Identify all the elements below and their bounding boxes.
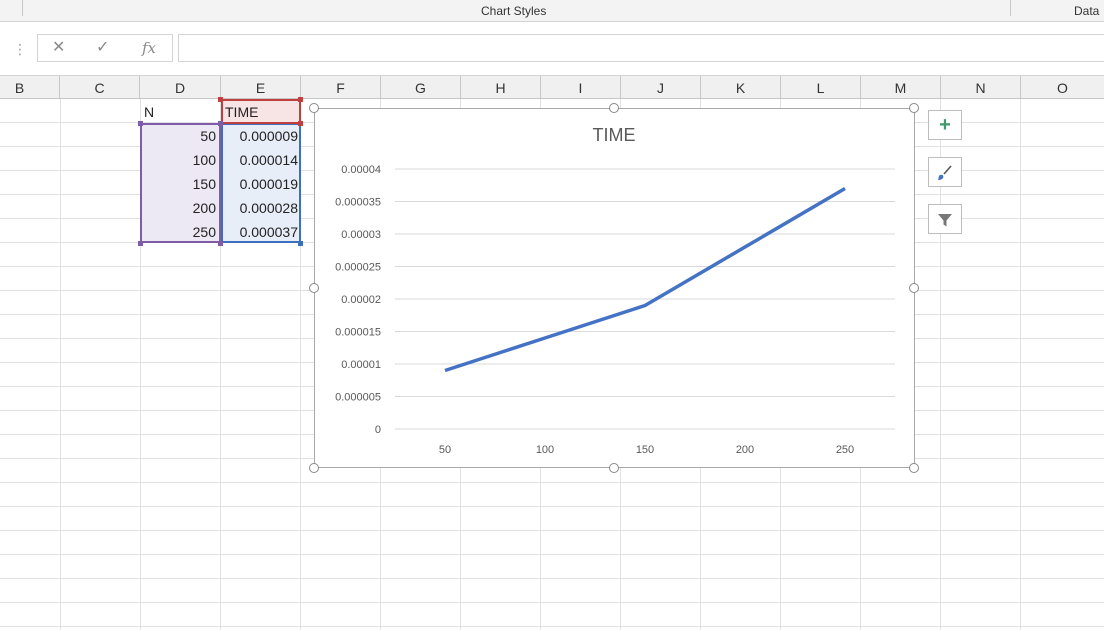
formula-buttons: ✕ ✓ fx xyxy=(37,34,173,62)
column-header-l[interactable]: L xyxy=(781,76,861,99)
column-header-n[interactable]: N xyxy=(941,76,1021,99)
column-header-g[interactable]: G xyxy=(381,76,461,99)
ribbon-separator xyxy=(1010,0,1011,16)
resize-handle[interactable] xyxy=(309,283,319,293)
resize-handle[interactable] xyxy=(609,463,619,473)
y-tick-label: 0.000015 xyxy=(335,327,381,339)
cell-n-value[interactable]: 100 xyxy=(140,148,221,171)
column-header-k[interactable]: K xyxy=(701,76,781,99)
cell-e-header[interactable]: TIME xyxy=(221,100,301,123)
x-tick-label: 250 xyxy=(836,444,854,456)
cell-d-header[interactable]: N xyxy=(140,100,221,123)
resize-handle[interactable] xyxy=(309,103,319,113)
chart-styles-button[interactable] xyxy=(928,157,962,187)
grid-column-line xyxy=(1020,99,1021,630)
column-header-h[interactable]: H xyxy=(461,76,541,99)
paintbrush-icon xyxy=(929,158,961,190)
cell-n-value[interactable]: 150 xyxy=(140,172,221,195)
chart-series[interactable] xyxy=(444,186,846,373)
column-header-e[interactable]: E xyxy=(221,76,301,99)
check-icon[interactable]: ✓ xyxy=(96,39,109,57)
column-header-d[interactable]: D xyxy=(140,76,221,99)
resize-handle[interactable] xyxy=(909,103,919,113)
x-tick-label: 100 xyxy=(536,444,554,456)
x-tick-label: 200 xyxy=(736,444,754,456)
grip-icon[interactable]: ⋮ xyxy=(13,42,27,56)
cell-time-value[interactable]: 0.000028 xyxy=(221,196,301,219)
y-tick-label: 0.000025 xyxy=(335,262,381,274)
resize-handle[interactable] xyxy=(309,463,319,473)
ribbon-group-data: Data xyxy=(1074,4,1100,18)
line-chart: 0 0.000005 0.00001 0.000015 0.00002 0.000025 0… xyxy=(335,125,895,456)
cell-n-value[interactable]: 250 xyxy=(140,220,221,243)
x-tick-label: 150 xyxy=(636,444,654,456)
y-tick-label: 0.00001 xyxy=(341,359,381,371)
y-tick-label: 0.00004 xyxy=(341,164,381,176)
chart-area[interactable]: 0 0.000005 0.00001 0.000015 0.00002 0.000025 0… xyxy=(314,108,915,468)
ribbon-group-chart-styles: Chart Styles xyxy=(481,4,547,18)
column-header-row: B C D E F G H I J K L M N O xyxy=(0,75,1104,99)
chart-elements-button[interactable]: + xyxy=(928,110,962,140)
chart-title[interactable]: TIME xyxy=(593,125,636,145)
funnel-icon xyxy=(929,205,961,237)
resize-handle[interactable] xyxy=(909,283,919,293)
column-header-i[interactable]: I xyxy=(541,76,621,99)
plus-icon: + xyxy=(939,114,951,136)
y-tick-label: 0.00002 xyxy=(341,294,381,306)
cell-n-value[interactable]: 50 xyxy=(140,124,221,147)
close-icon[interactable]: ✕ xyxy=(52,39,65,57)
column-header-b[interactable]: B xyxy=(0,76,60,99)
chart-y-axis: 0 0.000005 0.00001 0.000015 0.00002 0.000025 0… xyxy=(335,164,381,436)
cell-time-value[interactable]: 0.000014 xyxy=(221,148,301,171)
formula-input[interactable] xyxy=(178,34,1104,62)
column-header-f[interactable]: F xyxy=(301,76,381,99)
column-header-o[interactable]: O xyxy=(1021,76,1104,99)
ribbon-strip: Chart Styles Data xyxy=(0,0,1104,22)
grid-column-line xyxy=(60,99,61,630)
y-tick-label: 0.000005 xyxy=(335,392,381,404)
insert-function-button[interactable]: fx xyxy=(142,39,156,57)
column-header-j[interactable]: J xyxy=(621,76,701,99)
x-tick-label: 50 xyxy=(439,444,451,456)
ribbon-separator xyxy=(22,0,23,16)
column-header-m[interactable]: M xyxy=(861,76,941,99)
cell-time-value[interactable]: 0.000009 xyxy=(221,124,301,147)
chart-filters-button[interactable] xyxy=(928,204,962,234)
column-header-c[interactable]: C xyxy=(60,76,140,99)
resize-handle[interactable] xyxy=(609,103,619,113)
y-tick-label: 0.00003 xyxy=(341,229,381,241)
resize-handle[interactable] xyxy=(909,463,919,473)
chart-x-axis: 50 100 150 200 250 xyxy=(439,444,854,456)
y-tick-label: 0.000035 xyxy=(335,197,381,209)
cell-n-value[interactable]: 200 xyxy=(140,196,221,219)
chart-gridlines xyxy=(395,168,895,430)
y-tick-label: 0 xyxy=(375,424,381,436)
cell-time-value[interactable]: 0.000037 xyxy=(221,220,301,243)
series-line[interactable] xyxy=(444,186,846,373)
cell-time-value[interactable]: 0.000019 xyxy=(221,172,301,195)
